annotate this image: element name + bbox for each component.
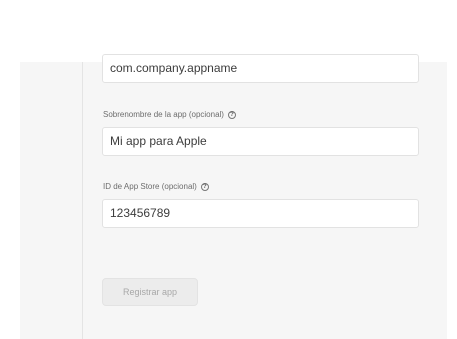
nickname-label-text: Sobrenombre de la app (opcional) [103,110,224,119]
question-circle-icon[interactable]: ? [200,182,209,191]
side-rail [20,62,83,339]
app-store-id-input[interactable]: 123456789 [102,199,419,228]
nickname-input[interactable]: Mi app para Apple [102,127,419,156]
nickname-label: Sobrenombre de la app (opcional) ? [103,110,236,119]
bundle-id-input[interactable]: com.company.appname [102,54,419,83]
app-store-id-label-text: ID de App Store (opcional) [103,182,197,191]
page: com.company.appname Sobrenombre de la ap… [0,0,457,339]
register-app-button[interactable]: Registrar app [102,278,198,306]
app-store-id-label: ID de App Store (opcional) ? [103,182,209,191]
question-circle-icon[interactable]: ? [227,110,236,119]
